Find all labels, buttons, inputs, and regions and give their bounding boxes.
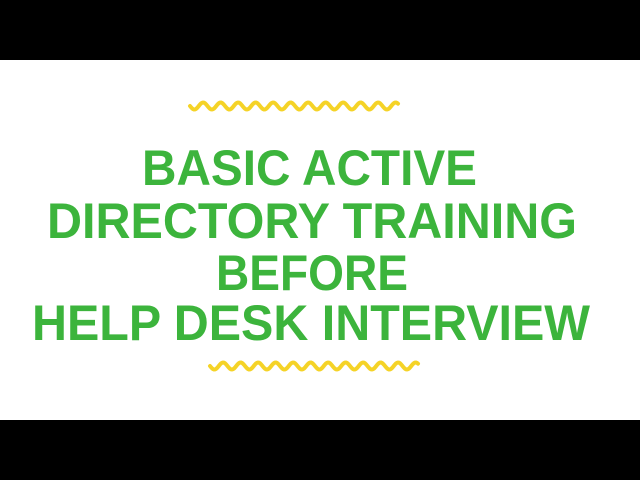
- title-line-4: HELP DESK INTERVIEW: [32, 295, 591, 351]
- thumbnail-svg: BASIC ACTIVE DIRECTORY TRAINING BEFORE H…: [32, 100, 591, 372]
- wavy-line-bottom: [208, 360, 420, 372]
- wavy-line-top: [188, 100, 400, 112]
- title-line-2: DIRECTORY TRAINING: [47, 193, 577, 249]
- title-line-3: BEFORE: [216, 245, 408, 301]
- video-frame: BASIC ACTIVE DIRECTORY TRAINING BEFORE H…: [0, 0, 640, 480]
- title-line-1: BASIC ACTIVE: [142, 140, 477, 196]
- thumbnail-canvas: BASIC ACTIVE DIRECTORY TRAINING BEFORE H…: [0, 60, 640, 420]
